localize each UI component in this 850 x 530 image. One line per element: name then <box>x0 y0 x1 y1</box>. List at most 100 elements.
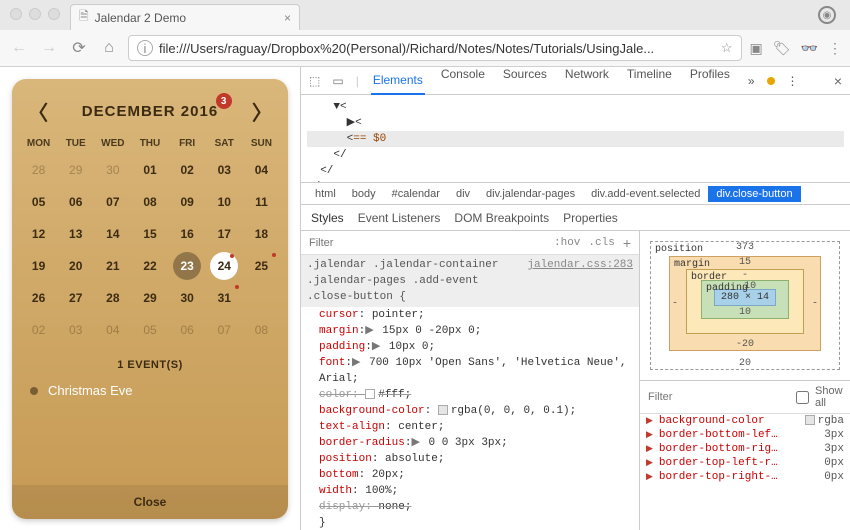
calendar-day[interactable]: 30 <box>94 155 131 185</box>
css-property[interactable]: width: 100%; <box>301 483 639 499</box>
calendar-day[interactable]: 30 <box>169 283 206 313</box>
calendar-day[interactable]: 07 <box>206 315 243 345</box>
styles-filter-input[interactable] <box>309 237 546 249</box>
calendar-day[interactable]: 05 <box>20 187 57 217</box>
address-bar[interactable]: i file:///Users/raguay/Dropbox%20(Person… <box>128 35 742 61</box>
devtools-tab[interactable]: Sources <box>501 67 549 95</box>
calendar-day[interactable]: 18 <box>243 219 280 249</box>
calendar-day[interactable]: 24 <box>210 252 238 280</box>
calendar-day[interactable]: 06 <box>57 187 94 217</box>
devtools-tab[interactable]: Console <box>439 67 487 95</box>
calendar-day[interactable]: 17 <box>206 219 243 249</box>
calendar-day[interactable]: 25 <box>243 251 280 281</box>
calendar-day[interactable]: 11 <box>243 187 280 217</box>
inspect-icon[interactable]: ⬚ <box>309 74 320 88</box>
bookmark-icon[interactable]: ☆ <box>721 40 733 56</box>
computed-property[interactable]: ▶background-colorrgba <box>640 414 850 428</box>
extension-icon-2[interactable]: 🏷 <box>773 40 791 57</box>
close-devtools-icon[interactable]: × <box>834 73 842 89</box>
dom-breadcrumb[interactable]: htmlbody#calendardivdiv.jalendar-pagesdi… <box>301 183 850 205</box>
dom-node[interactable]: <== $0 <box>307 131 844 147</box>
extension-icon[interactable]: ▣ <box>750 40 763 57</box>
computed-property[interactable]: ▶border-top-left-r…0px <box>640 456 850 470</box>
menu-icon[interactable]: ⋮ <box>828 40 842 57</box>
calendar-day[interactable]: 27 <box>57 283 94 313</box>
box-model[interactable]: position 373 20 margin 15 -20 - - border… <box>640 231 850 381</box>
css-property[interactable]: text-align: center; <box>301 419 639 435</box>
window-controls[interactable] <box>10 8 60 20</box>
calendar-day[interactable]: 21 <box>94 251 131 281</box>
css-property[interactable]: display: none; <box>301 499 639 515</box>
maximize-window-icon[interactable] <box>48 8 60 20</box>
close-window-icon[interactable] <box>10 8 22 20</box>
calendar-day[interactable]: 22 <box>131 251 168 281</box>
breadcrumb-item[interactable]: div.add-event.selected <box>583 186 708 202</box>
css-property[interactable]: padding:▶ 10px 0; <box>301 339 639 355</box>
calendar-day[interactable]: 04 <box>243 155 280 185</box>
dom-node[interactable]: </ <box>307 147 844 163</box>
calendar-day[interactable]: 08 <box>243 315 280 345</box>
calendar-day[interactable]: 07 <box>94 187 131 217</box>
calendar-day[interactable]: 13 <box>57 219 94 249</box>
home-button[interactable]: ⌂ <box>98 37 120 59</box>
back-button[interactable]: ← <box>8 37 30 59</box>
calendar-day[interactable]: 04 <box>94 315 131 345</box>
styles-subtab[interactable]: Event Listeners <box>358 211 441 225</box>
calendar-day[interactable]: 14 <box>94 219 131 249</box>
breadcrumb-item[interactable]: div.close-button <box>708 186 800 202</box>
calendar-day[interactable]: 12 <box>20 219 57 249</box>
calendar-day[interactable]: 29 <box>57 155 94 185</box>
css-property[interactable]: bottom: 20px; <box>301 467 639 483</box>
new-rule-button[interactable]: + <box>623 235 631 251</box>
close-button[interactable]: Close <box>12 485 288 519</box>
calendar-day[interactable]: 03 <box>206 155 243 185</box>
next-month-button[interactable]: 〉 <box>252 97 272 126</box>
calendar-day[interactable]: 10 <box>206 187 243 217</box>
calendar-day[interactable]: 02 <box>20 315 57 345</box>
breadcrumb-item[interactable]: div.jalendar-pages <box>478 186 583 202</box>
cls-toggle[interactable]: .cls <box>588 237 614 249</box>
site-info-icon[interactable]: i <box>137 40 153 56</box>
calendar-day[interactable]: 06 <box>169 315 206 345</box>
calendar-day[interactable]: 09 <box>169 187 206 217</box>
calendar-day[interactable]: 31 <box>206 283 243 313</box>
styles-subtab[interactable]: Properties <box>563 211 618 225</box>
devtools-menu-icon[interactable]: ⋮ <box>787 74 799 88</box>
computed-list[interactable]: ▶background-colorrgba▶border-bottom-lef…… <box>640 414 850 530</box>
css-property[interactable]: border-radius:▶ 0 0 3px 3px; <box>301 435 639 451</box>
breadcrumb-item[interactable]: body <box>344 186 384 202</box>
computed-property[interactable]: ▶border-top-right-…0px <box>640 470 850 484</box>
dom-node[interactable]: ▶< <box>307 115 844 131</box>
css-property[interactable]: margin:▶ 15px 0 -20px 0; <box>301 323 639 339</box>
css-property[interactable]: color: #fff; <box>301 387 639 403</box>
calendar-day[interactable]: 19 <box>20 251 57 281</box>
reload-button[interactable]: ⟳ <box>68 37 90 59</box>
calendar-day[interactable]: 29 <box>131 283 168 313</box>
calendar-day[interactable]: 01 <box>131 155 168 185</box>
css-property[interactable]: position: absolute; <box>301 451 639 467</box>
css-rules[interactable]: .jalendar .jalendar-container .jalendar-… <box>301 255 639 530</box>
breadcrumb-item[interactable]: html <box>307 186 344 202</box>
styles-subtab[interactable]: Styles <box>311 211 344 225</box>
calendar-day[interactable]: 28 <box>20 155 57 185</box>
computed-filter-input[interactable] <box>648 391 790 403</box>
close-tab-icon[interactable]: × <box>284 11 291 25</box>
warning-icon[interactable] <box>767 77 775 85</box>
devtools-tab[interactable]: Elements <box>371 67 425 95</box>
devtools-tab[interactable]: Timeline <box>625 67 674 95</box>
calendar-day[interactable]: 23 <box>173 252 201 280</box>
calendar-day[interactable]: 05 <box>131 315 168 345</box>
profile-icon[interactable]: ◉ <box>818 6 836 24</box>
minimize-window-icon[interactable] <box>29 8 41 20</box>
css-property[interactable]: font:▶ 700 10px 'Open Sans', 'Helvetica … <box>301 355 639 387</box>
breadcrumb-item[interactable]: div <box>448 186 478 202</box>
breadcrumb-item[interactable]: #calendar <box>384 186 448 202</box>
browser-tab[interactable]: 🗎 Jalendar 2 Demo × <box>70 4 300 30</box>
calendar-day[interactable]: 26 <box>20 283 57 313</box>
elements-tree[interactable]: ▼< ▶< <== $0 </ </</ <box>301 95 850 183</box>
calendar-day[interactable]: 02 <box>169 155 206 185</box>
css-property[interactable]: cursor: pointer; <box>301 307 639 323</box>
computed-property[interactable]: ▶border-bottom-lef…3px <box>640 428 850 442</box>
styles-subtab[interactable]: DOM Breakpoints <box>454 211 549 225</box>
dom-node[interactable]: ▼< <box>307 99 844 115</box>
